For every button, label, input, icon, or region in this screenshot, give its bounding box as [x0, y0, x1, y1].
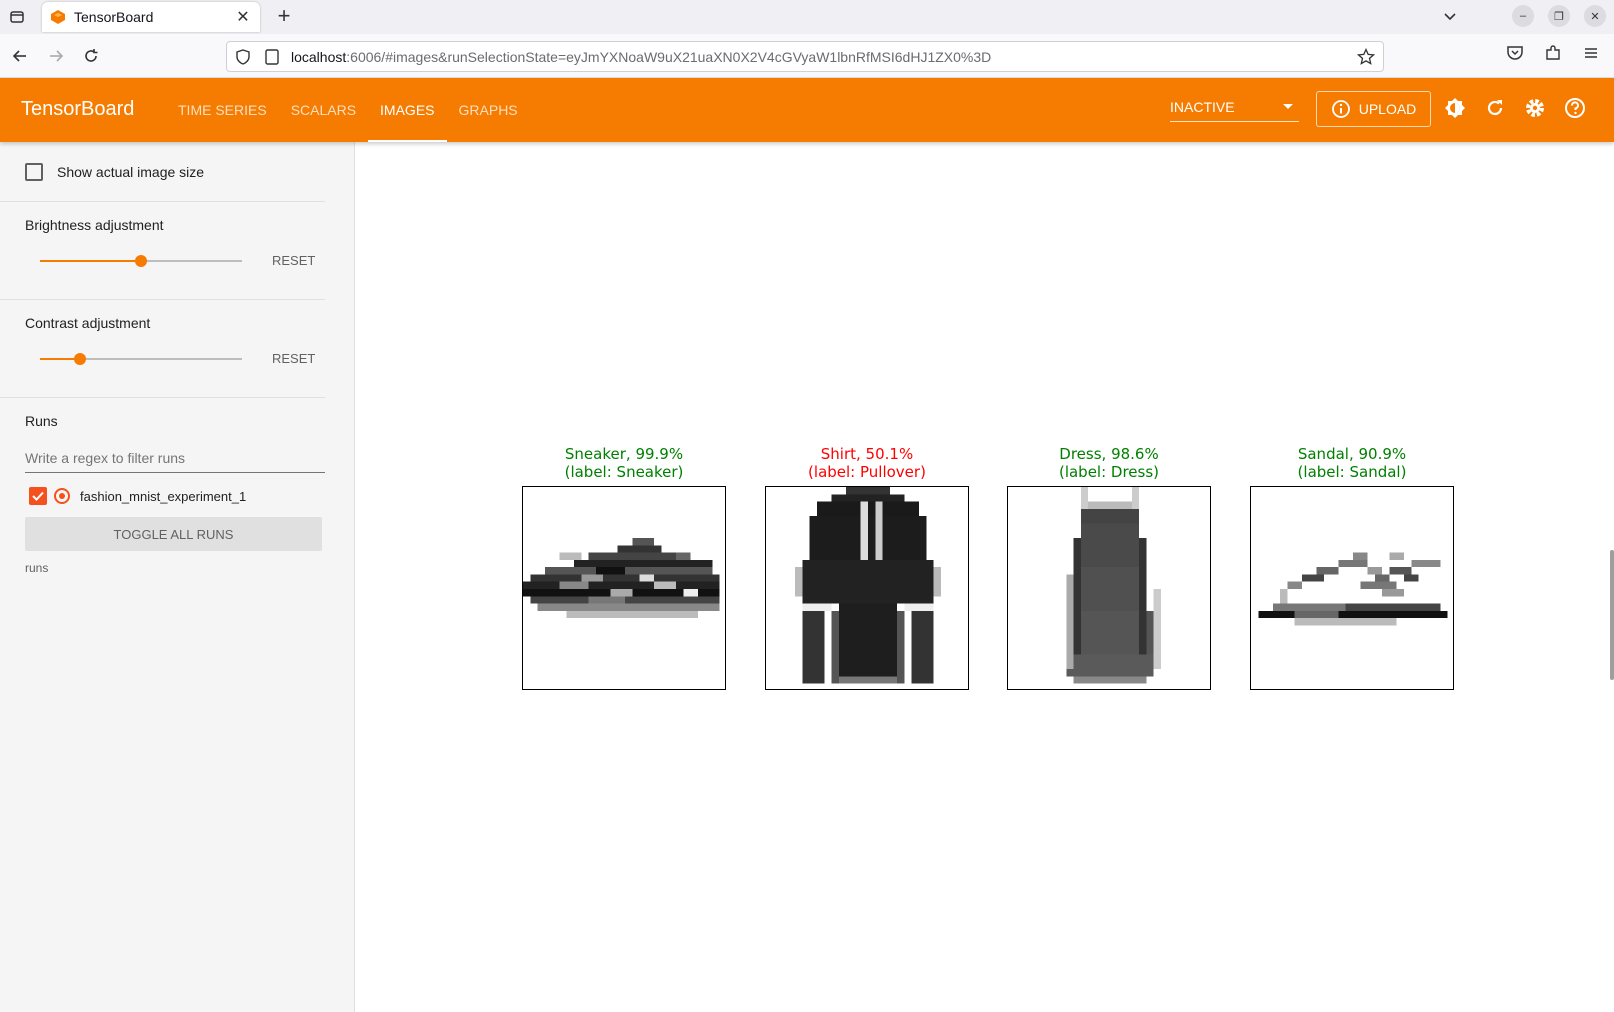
theme-toggle-icon[interactable]	[1444, 97, 1466, 119]
prediction-title: Dress, 98.6%	[1059, 445, 1159, 463]
shirt-image	[765, 486, 969, 690]
show-actual-size-checkbox[interactable]	[25, 162, 43, 181]
checkmark-icon	[32, 491, 44, 501]
plugin-tabs: TIME SERIES SCALARS IMAGES GRAPHS	[166, 78, 530, 142]
app-title: TensorBoard	[21, 98, 135, 120]
brightness-slider-thumb[interactable]	[135, 255, 147, 267]
shield-icon[interactable]	[235, 48, 251, 65]
prediction-card: Shirt, 50.1% (label: Pullover)	[765, 445, 969, 690]
minimize-window-icon[interactable]: –	[1512, 5, 1534, 27]
tab-scalars[interactable]: SCALARS	[279, 78, 368, 142]
list-all-tabs-icon[interactable]	[1442, 8, 1458, 24]
page-info-icon[interactable]	[265, 48, 279, 65]
brightness-reset-button[interactable]: RESET	[272, 253, 315, 268]
prediction-label: (label: Dress)	[1058, 463, 1160, 481]
contrast-slider[interactable]	[40, 353, 242, 365]
info-icon	[1331, 100, 1350, 118]
runs-section: Runs Write a regex to filter runs fashio…	[0, 398, 354, 575]
tensorboard-header: TensorBoard TIME SERIES SCALARS IMAGES G…	[0, 78, 1614, 142]
dress-image	[1007, 486, 1211, 690]
upload-button[interactable]: UPLOAD	[1316, 91, 1431, 127]
contrast-slider-thumb[interactable]	[74, 353, 87, 365]
prediction-card: Sneaker, 99.9% (label: Sneaker)	[522, 445, 726, 690]
prediction-card: Sandal, 90.9% (label: Sandal)	[1250, 445, 1454, 690]
prediction-title: Sandal, 90.9%	[1297, 445, 1407, 463]
run-checkbox[interactable]	[29, 487, 47, 505]
brightness-slider-fill	[40, 260, 141, 262]
bookmark-star-icon[interactable]	[1357, 47, 1375, 66]
brightness-label: Brightness adjustment	[25, 217, 164, 233]
run-item[interactable]: fashion_mnist_experiment_1	[25, 481, 354, 511]
contrast-reset-button[interactable]: RESET	[272, 351, 315, 366]
prediction-title: Shirt, 50.1%	[820, 445, 914, 463]
refresh-icon[interactable]	[1484, 97, 1506, 119]
prediction-label: (label: Sneaker)	[564, 463, 684, 481]
help-icon[interactable]	[1564, 97, 1586, 119]
prediction-label: (label: Sandal)	[1297, 463, 1407, 481]
inactive-plugins-select[interactable]: INACTIVE	[1170, 92, 1299, 122]
contrast-label: Contrast adjustment	[25, 315, 151, 331]
sandal-image	[1250, 486, 1454, 690]
back-icon[interactable]	[8, 44, 32, 68]
runs-title: Runs	[25, 413, 58, 429]
run-name: fashion_mnist_experiment_1	[80, 488, 247, 504]
contrast-section: Contrast adjustment RESET	[0, 300, 325, 398]
menu-icon[interactable]	[1582, 44, 1600, 62]
tab-time-series[interactable]: TIME SERIES	[166, 78, 279, 142]
runs-footer: runs	[25, 561, 49, 575]
browser-tab-bar: TensorBoard ✕ + – ❐ ✕	[0, 0, 1614, 34]
run-color-radio[interactable]	[54, 488, 70, 504]
show-actual-size-label: Show actual image size	[57, 163, 205, 180]
new-tab-icon[interactable]: +	[272, 5, 296, 29]
brightness-section: Brightness adjustment RESET	[0, 202, 325, 300]
tab-title: TensorBoard	[74, 9, 154, 25]
url-text[interactable]: localhost:6006/#images&runSelectionState…	[291, 49, 1357, 65]
close-tab-icon[interactable]: ✕	[234, 7, 252, 27]
tab-graphs[interactable]: GRAPHS	[447, 78, 530, 142]
prediction-label: (label: Pullover)	[808, 463, 926, 481]
restore-window-icon[interactable]: ❐	[1548, 5, 1570, 27]
sneaker-image	[522, 486, 726, 690]
brightness-slider[interactable]	[40, 255, 242, 267]
scrollbar-thumb[interactable]	[1610, 550, 1614, 680]
url-host: localhost	[291, 48, 347, 65]
url-bar[interactable]: localhost:6006/#images&runSelectionState…	[226, 41, 1384, 72]
inactive-select-value: INACTIVE	[1170, 98, 1235, 115]
reload-icon[interactable]	[79, 44, 103, 68]
browser-nav-bar: localhost:6006/#images&runSelectionState…	[0, 34, 1614, 78]
upload-label: UPLOAD	[1358, 101, 1417, 117]
extensions-icon[interactable]	[1544, 44, 1562, 62]
show-actual-size-row[interactable]: Show actual image size	[0, 142, 325, 202]
prediction-card: Dress, 98.6% (label: Dress)	[1007, 445, 1211, 690]
close-window-icon[interactable]: ✕	[1584, 5, 1606, 27]
image-dashboard: Sneaker, 99.9% (label: Sneaker) Shirt, 5…	[356, 142, 1614, 1012]
tab-images[interactable]: IMAGES	[368, 78, 447, 142]
sidebar: Show actual image size Brightness adjust…	[0, 142, 355, 1012]
url-path: :6006/#images&runSelectionState=eyJmYXNo…	[346, 48, 992, 65]
settings-gear-icon[interactable]	[1524, 97, 1546, 119]
run-color-dot	[59, 493, 65, 499]
dropdown-arrow-icon	[1283, 104, 1293, 109]
pocket-icon[interactable]	[1506, 44, 1524, 62]
runs-filter-input[interactable]: Write a regex to filter runs	[25, 443, 325, 473]
tensorboard-favicon-icon	[51, 10, 65, 24]
forward-icon[interactable]	[44, 44, 68, 68]
prediction-title: Sneaker, 99.9%	[564, 445, 684, 463]
toggle-all-runs-button[interactable]: TOGGLE ALL RUNS	[25, 517, 322, 551]
tab-list-icon[interactable]	[4, 4, 30, 30]
browser-tab[interactable]: TensorBoard ✕	[42, 2, 260, 32]
